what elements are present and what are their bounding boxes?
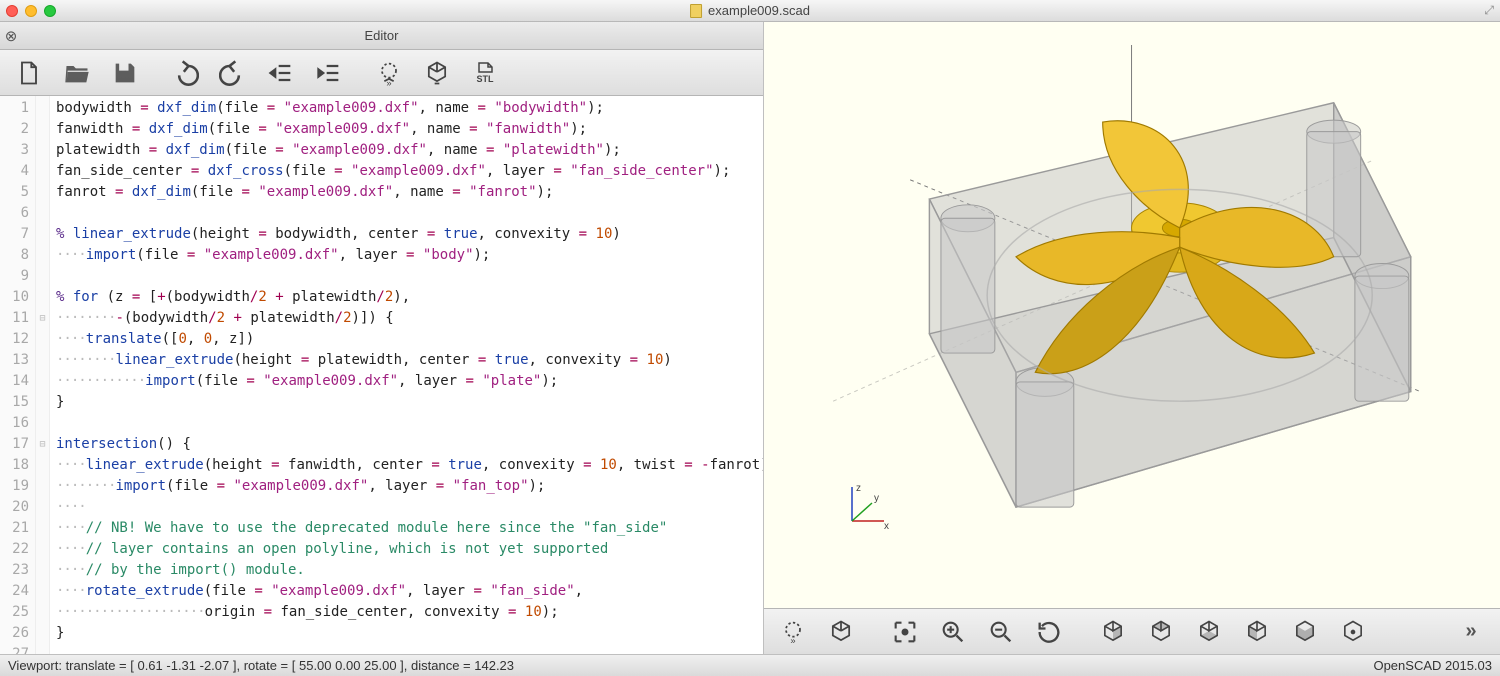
zoom-in-icon	[939, 618, 967, 646]
view-left-button[interactable]	[1234, 612, 1280, 652]
save-icon	[111, 59, 139, 87]
zoom-out-button[interactable]	[978, 612, 1024, 652]
render-icon	[423, 59, 451, 87]
cube-face-icon	[1099, 618, 1127, 646]
reset-view-button[interactable]	[1026, 612, 1072, 652]
cube-face-icon	[1195, 618, 1223, 646]
editor-toolbar: » STL	[0, 50, 763, 96]
cube-face-icon	[1243, 618, 1271, 646]
export-stl-button[interactable]: STL	[462, 53, 508, 93]
indent-icon	[315, 59, 343, 87]
zoom-window-button[interactable]	[44, 5, 56, 17]
cube-face-icon	[1339, 618, 1367, 646]
svg-text:»: »	[386, 77, 391, 86]
svg-text:STL: STL	[477, 74, 495, 84]
indent-button[interactable]	[306, 53, 352, 93]
preview-icon: »	[779, 618, 807, 646]
svg-text:»: »	[790, 635, 795, 645]
maximize-icon[interactable]: ⤢	[1484, 3, 1494, 18]
zoom-out-icon	[987, 618, 1015, 646]
viewer-canvas[interactable]: z y x	[764, 22, 1500, 608]
minimize-window-button[interactable]	[25, 5, 37, 17]
fold-gutter[interactable]: ⊟⊟	[36, 96, 50, 654]
redo-icon	[219, 59, 247, 87]
close-window-button[interactable]	[6, 5, 18, 17]
editor-header: ⊗ Editor	[0, 22, 763, 50]
axis-gizmo: z y x	[832, 481, 892, 538]
code-body[interactable]: bodywidth = dxf_dim(file = "example009.d…	[50, 96, 763, 654]
svg-text:z: z	[856, 483, 861, 494]
view-all-button[interactable]	[882, 612, 928, 652]
undo-icon	[171, 59, 199, 87]
zoom-in-button[interactable]	[930, 612, 976, 652]
preview-icon: »	[375, 59, 403, 87]
viewer-render-button[interactable]	[818, 612, 864, 652]
window-title: example009.scad	[690, 3, 810, 18]
editor-close-button[interactable]: ⊗	[0, 27, 22, 45]
unindent-icon	[267, 59, 295, 87]
unindent-button[interactable]	[258, 53, 304, 93]
new-file-icon	[15, 59, 43, 87]
app-version: OpenSCAD 2015.03	[1373, 658, 1492, 673]
cube-face-icon	[1147, 618, 1175, 646]
titlebar: example009.scad ⤢	[0, 0, 1500, 22]
window-controls	[6, 5, 56, 17]
svg-text:x: x	[884, 521, 889, 532]
reset-icon	[1035, 618, 1063, 646]
new-file-button[interactable]	[6, 53, 52, 93]
editor-title: Editor	[365, 28, 399, 43]
save-file-button[interactable]	[102, 53, 148, 93]
view-back-button[interactable]	[1330, 612, 1376, 652]
viewer-preview-button[interactable]: »	[770, 612, 816, 652]
view-right-button[interactable]	[1090, 612, 1136, 652]
code-editor[interactable]: 1234567891011121314151617181920212223242…	[0, 96, 763, 654]
render-button[interactable]	[414, 53, 460, 93]
viewport-status: Viewport: translate = [ 0.61 -1.31 -2.07…	[8, 658, 514, 673]
viewer-more-button[interactable]: »	[1448, 612, 1494, 652]
viewer-toolbar: »	[764, 608, 1500, 654]
view-bottom-button[interactable]	[1186, 612, 1232, 652]
editor-pane: ⊗ Editor	[0, 22, 764, 654]
svg-text:y: y	[874, 493, 879, 504]
statusbar: Viewport: translate = [ 0.61 -1.31 -2.07…	[0, 654, 1500, 676]
undo-button[interactable]	[162, 53, 208, 93]
view-front-button[interactable]	[1282, 612, 1328, 652]
open-folder-icon	[63, 59, 91, 87]
model-preview	[793, 45, 1470, 584]
window-title-text: example009.scad	[708, 3, 810, 18]
viewer-pane: z y x »	[764, 22, 1500, 654]
line-number-gutter: 1234567891011121314151617181920212223242…	[0, 96, 36, 654]
cube-icon	[827, 618, 855, 646]
view-top-button[interactable]	[1138, 612, 1184, 652]
redo-button[interactable]	[210, 53, 256, 93]
document-icon	[690, 4, 702, 18]
view-all-icon	[891, 618, 919, 646]
open-file-button[interactable]	[54, 53, 100, 93]
cube-face-icon	[1291, 618, 1319, 646]
stl-icon: STL	[471, 59, 499, 87]
preview-button[interactable]: »	[366, 53, 412, 93]
